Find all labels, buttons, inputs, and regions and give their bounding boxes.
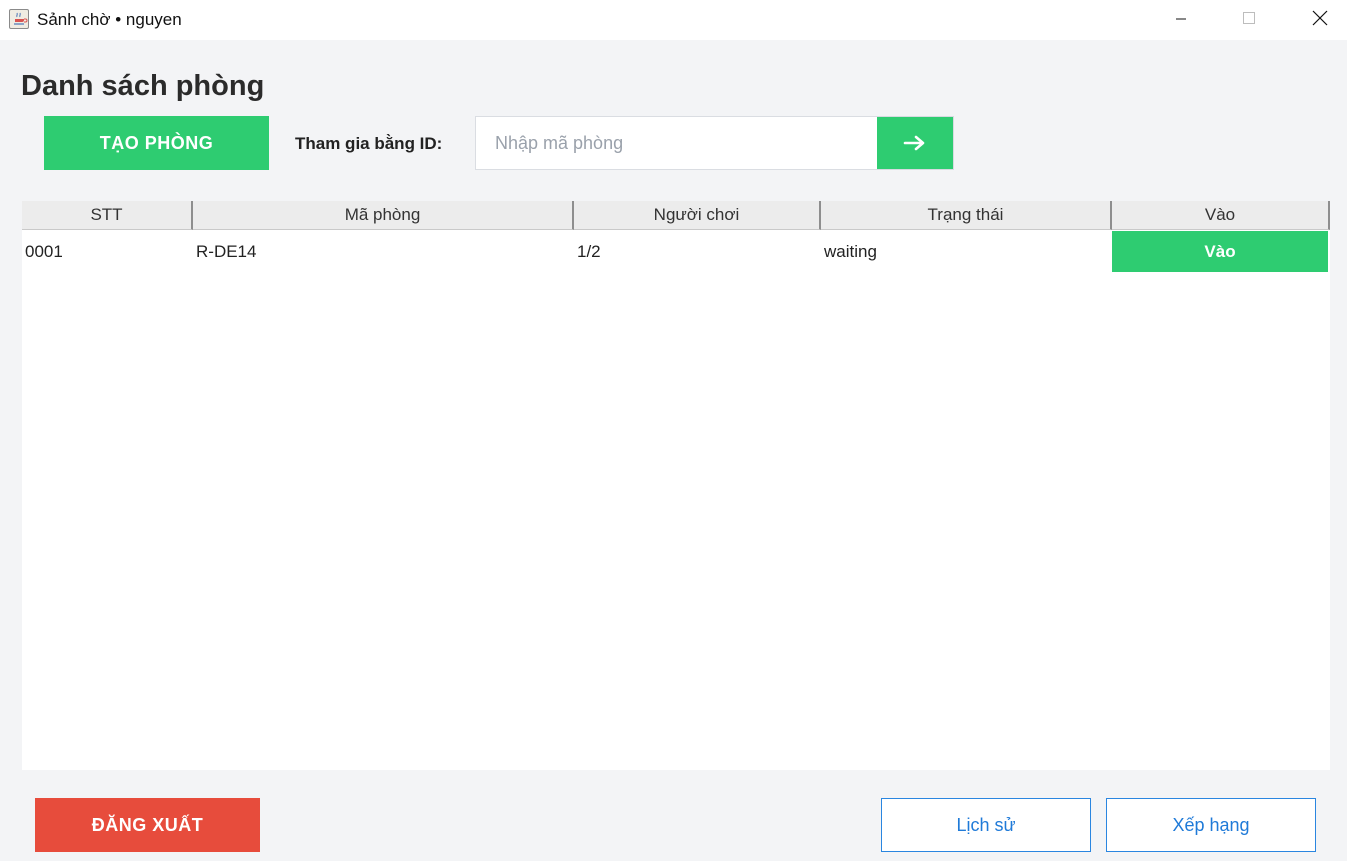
close-icon [1312,10,1328,26]
minimize-button[interactable] [1158,0,1204,38]
column-header-join[interactable]: Vào [1112,201,1330,230]
cell-stt: 0001 [25,241,63,261]
cell-status: waiting [824,241,877,261]
maximize-button[interactable] [1226,0,1272,38]
join-room-go-button[interactable] [877,116,954,170]
arrow-right-icon [903,135,925,151]
join-room-button[interactable]: Vào [1112,231,1328,272]
window-title: Sảnh chờ • nguyen [37,10,182,29]
title-bar: Sảnh chờ • nguyen [0,0,1347,40]
ranking-button[interactable]: Xếp hạng [1106,798,1316,852]
cell-room-code: R-DE14 [196,241,257,261]
column-header-room-code[interactable]: Mã phòng [193,201,574,230]
lobby-window: Sảnh chờ • nguyen Danh sách phòng TẠO PH… [0,0,1347,861]
column-header-status[interactable]: Trạng thái [821,201,1112,230]
create-room-button[interactable]: TẠO PHÒNG [44,116,269,170]
history-button[interactable]: Lịch sử [881,798,1091,852]
close-button[interactable] [1297,0,1343,38]
page-title: Danh sách phòng [21,70,265,102]
table-header: STT Mã phòng Người chơi Trạng thái Vào [22,201,1330,231]
java-coffee-icon [9,9,29,29]
logout-button[interactable]: ĐĂNG XUẤT [35,798,260,852]
room-id-input[interactable] [475,116,877,170]
maximize-icon [1243,12,1255,24]
minimize-icon [1176,18,1186,20]
join-by-id-label: Tham gia bằng ID: [295,134,443,153]
column-header-players[interactable]: Người chơi [574,201,821,230]
cell-players: 1/2 [577,241,601,261]
room-table: STT Mã phòng Người chơi Trạng thái Vào 0… [22,201,1330,770]
column-header-stt[interactable]: STT [22,201,193,230]
table-row[interactable]: 0001 R-DE14 1/2 waiting Vào [22,231,1330,272]
